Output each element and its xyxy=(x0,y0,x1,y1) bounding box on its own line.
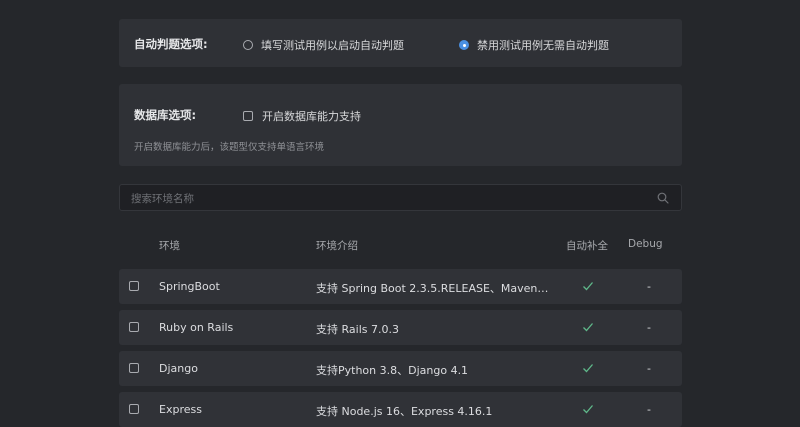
env-name: SpringBoot xyxy=(159,280,220,293)
database-support-option[interactable]: 开启数据库能力支持 xyxy=(243,108,361,124)
column-header-debug: Debug xyxy=(628,238,663,250)
checkmark-icon xyxy=(583,405,593,414)
database-support-checkbox[interactable] xyxy=(243,111,253,121)
search-icon[interactable] xyxy=(657,192,669,204)
table-row[interactable]: SpringBoot 支持 Spring Boot 2.3.5.RELEASE、… xyxy=(119,269,682,304)
database-hint: 开启数据库能力后，该题型仅支持单语言环境 xyxy=(134,142,325,153)
env-description: 支持 Node.js 16、Express 4.16.1 xyxy=(316,405,493,418)
database-support-label: 开启数据库能力支持 xyxy=(262,110,361,123)
checkmark-icon xyxy=(583,364,593,373)
radio-checked-icon[interactable] xyxy=(459,40,469,50)
env-name: Ruby on Rails xyxy=(159,321,234,334)
environment-search[interactable] xyxy=(119,184,682,212)
auto-judge-label: 自动判题选项: xyxy=(134,37,208,51)
column-header-autocomplete: 自动补全 xyxy=(566,240,608,252)
checkmark-icon xyxy=(583,323,593,332)
radio-disable-auto-judge[interactable]: 禁用测试用例无需自动判题 xyxy=(459,37,609,53)
debug-value: - xyxy=(647,362,651,375)
env-description: 支持 Spring Boot 2.3.5.RELEASE、Maven 3.6.3 xyxy=(316,282,551,295)
debug-value: - xyxy=(647,321,651,334)
env-name: Django xyxy=(159,362,198,375)
database-panel: 数据库选项: 开启数据库能力支持 开启数据库能力后，该题型仅支持单语言环境 xyxy=(119,84,682,166)
auto-judge-panel: 自动判题选项: 填写测试用例以启动自动判题 禁用测试用例无需自动判题 xyxy=(119,19,682,67)
env-description: 支持 Rails 7.0.3 xyxy=(316,323,399,336)
column-header-env: 环境 xyxy=(159,240,180,252)
search-input[interactable] xyxy=(129,185,653,212)
env-description: 支持Python 3.8、Django 4.1 xyxy=(316,364,469,377)
checkmark-icon xyxy=(583,282,593,291)
table-row[interactable]: Express 支持 Node.js 16、Express 4.16.1 - xyxy=(119,392,682,427)
table-row[interactable]: Django 支持Python 3.8、Django 4.1 - xyxy=(119,351,682,386)
row-checkbox[interactable] xyxy=(129,322,139,332)
row-checkbox[interactable] xyxy=(129,404,139,414)
radio-enable-auto-judge[interactable]: 填写测试用例以启动自动判题 xyxy=(243,37,404,53)
debug-value: - xyxy=(647,280,651,293)
radio-enable-auto-judge-label: 填写测试用例以启动自动判题 xyxy=(261,39,404,52)
debug-value: - xyxy=(647,403,651,416)
table-row[interactable]: Ruby on Rails 支持 Rails 7.0.3 - xyxy=(119,310,682,345)
row-checkbox[interactable] xyxy=(129,281,139,291)
env-name: Express xyxy=(159,403,202,416)
radio-disable-auto-judge-label: 禁用测试用例无需自动判题 xyxy=(477,39,609,52)
column-header-desc: 环境介绍 xyxy=(316,240,358,252)
radio-icon[interactable] xyxy=(243,40,253,50)
database-label: 数据库选项: xyxy=(134,108,197,122)
row-checkbox[interactable] xyxy=(129,363,139,373)
